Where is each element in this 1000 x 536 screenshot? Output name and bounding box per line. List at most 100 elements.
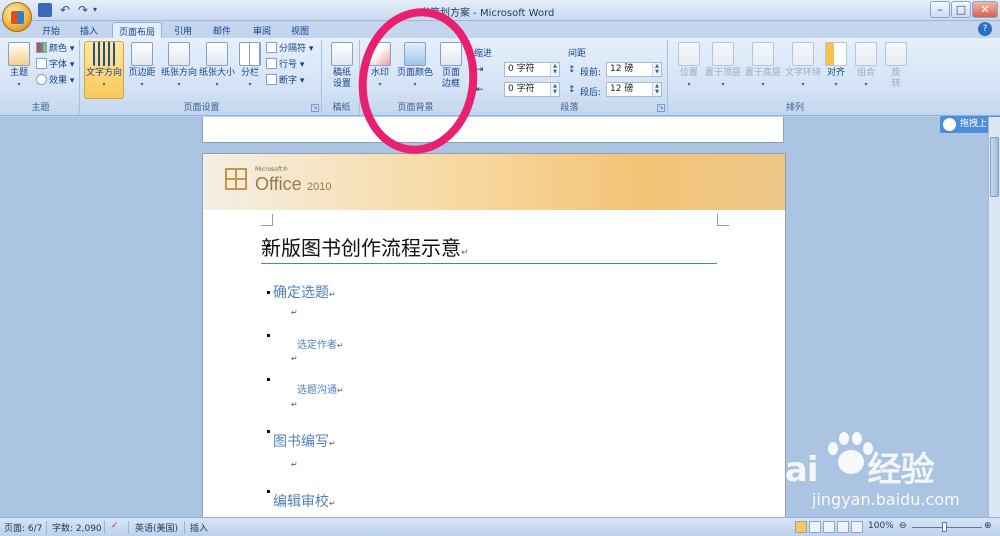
columns-label: 分栏 bbox=[240, 68, 259, 78]
minimize-button[interactable]: – bbox=[930, 1, 950, 18]
watermark-brand: Bai 经验 bbox=[760, 442, 935, 491]
text-direction-icon bbox=[93, 42, 115, 66]
group-label: 组合 bbox=[856, 68, 875, 78]
space-after-label: 段后: bbox=[580, 88, 602, 98]
rotate-label-2: 转 bbox=[891, 79, 901, 89]
orientation-button[interactable]: 纸张方向 ▾ bbox=[160, 42, 198, 90]
theme-colors-button[interactable]: 颜色 ▾ bbox=[36, 42, 74, 56]
margins-icon bbox=[131, 42, 153, 66]
themes-label: 主题 bbox=[9, 68, 28, 78]
size-label: 纸张大小 bbox=[198, 68, 235, 78]
office-button[interactable] bbox=[2, 2, 32, 32]
themes-button[interactable]: 主题 ▾ bbox=[4, 42, 34, 90]
status-language[interactable]: 英语(美国) bbox=[135, 521, 178, 534]
tab-references[interactable]: 引用 bbox=[168, 22, 198, 38]
breaks-button[interactable]: 分隔符 ▾ bbox=[266, 42, 313, 56]
tab-home[interactable]: 开始 bbox=[36, 22, 66, 38]
text-wrap-button[interactable]: 文字环绕 ▾ bbox=[784, 42, 822, 90]
zoom-level[interactable]: 100% bbox=[868, 521, 894, 531]
hyphenation-icon bbox=[266, 74, 277, 85]
full-screen-view-icon[interactable] bbox=[809, 521, 821, 533]
bullet-mark bbox=[267, 291, 270, 294]
status-mode[interactable]: 插入 bbox=[190, 521, 208, 534]
web-layout-view-icon[interactable] bbox=[823, 521, 835, 533]
zoom-in-icon[interactable]: ⊕ bbox=[984, 521, 992, 531]
send-to-back-button[interactable]: 置于底层 ▾ bbox=[744, 42, 782, 90]
scrollbar-thumb[interactable] bbox=[990, 137, 999, 197]
indent-right-input[interactable]: 0 字符 ▲ ▼ bbox=[504, 82, 560, 97]
heading-item[interactable]: 确定选题↵ bbox=[273, 282, 336, 302]
header-brand: Office bbox=[255, 174, 302, 194]
office-logo-icon bbox=[11, 11, 24, 24]
tab-insert[interactable]: 插入 bbox=[74, 22, 104, 38]
margins-button[interactable]: 页边距 ▾ bbox=[126, 42, 158, 90]
tab-review[interactable]: 审阅 bbox=[247, 22, 277, 38]
zoom-out-icon[interactable]: ⊖ bbox=[899, 521, 907, 531]
status-words[interactable]: 字数: 2,090 bbox=[52, 521, 102, 534]
redo-icon[interactable]: ↷ bbox=[76, 3, 90, 17]
status-divider bbox=[128, 521, 129, 534]
hyphenation-button[interactable]: 断字 ▾ bbox=[266, 74, 304, 88]
group-button[interactable]: 组合 ▾ bbox=[852, 42, 880, 90]
tab-page-layout[interactable]: 页面布局 bbox=[112, 22, 163, 38]
size-button[interactable]: 纸张大小 ▾ bbox=[198, 42, 236, 90]
status-page[interactable]: 页面: 6/7 bbox=[4, 521, 42, 534]
save-icon[interactable] bbox=[38, 3, 52, 17]
close-button[interactable]: ✕ bbox=[972, 1, 998, 18]
tab-mailings[interactable]: 邮件 bbox=[207, 22, 237, 38]
print-layout-view-icon[interactable] bbox=[795, 521, 807, 533]
paragraph-launcher-icon[interactable]: ↘ bbox=[657, 104, 665, 112]
manuscript-settings-button[interactable]: 稿纸 设置 bbox=[326, 42, 358, 90]
document-title[interactable]: 新版图书创作流程示意↵ bbox=[261, 232, 717, 264]
manuscript-icon bbox=[331, 42, 353, 66]
space-after-value: 12 磅 bbox=[610, 84, 634, 94]
orientation-label: 纸张方向 bbox=[160, 68, 197, 78]
subheading-item[interactable]: 选题沟通↵ bbox=[297, 381, 344, 396]
office-logo-icon bbox=[225, 168, 253, 196]
line-numbers-button[interactable]: 行号 ▾ bbox=[266, 58, 304, 72]
heading-item[interactable]: 图书编写↵ bbox=[273, 431, 336, 451]
tab-view[interactable]: 视图 bbox=[285, 22, 315, 38]
vertical-scrollbar[interactable] bbox=[988, 117, 1000, 517]
undo-icon[interactable]: ↶ bbox=[58, 3, 72, 17]
spinner-icon[interactable]: ▲ ▼ bbox=[550, 63, 559, 76]
zoom-slider-thumb[interactable] bbox=[942, 522, 947, 532]
align-button[interactable]: 对齐 ▾ bbox=[822, 42, 850, 90]
indent-left-input[interactable]: 0 字符 ▲ ▼ bbox=[504, 62, 560, 77]
heading-item-text: 图书编写 bbox=[273, 434, 329, 450]
bring-to-front-icon bbox=[712, 42, 734, 66]
maximize-button[interactable]: □ bbox=[951, 1, 971, 18]
header-year: 2010 bbox=[307, 181, 332, 193]
spinner-icon[interactable]: ▲ ▼ bbox=[652, 63, 661, 76]
text-wrap-icon bbox=[792, 42, 814, 66]
bring-to-front-label: 置于顶层 bbox=[704, 68, 741, 78]
manuscript-label-2: 设置 bbox=[332, 79, 351, 89]
bring-to-front-button[interactable]: 置于顶层 ▾ bbox=[704, 42, 742, 90]
columns-button[interactable]: 分栏 ▾ bbox=[238, 42, 262, 90]
outline-view-icon[interactable] bbox=[837, 521, 849, 533]
theme-fonts-button[interactable]: 字体 ▾ bbox=[36, 58, 74, 72]
text-direction-button[interactable]: 文字方向 ▾ bbox=[84, 41, 124, 99]
paragraph-mark: ↵ bbox=[291, 460, 298, 469]
space-before-input[interactable]: 12 磅 ▲ ▼ bbox=[606, 62, 662, 77]
space-after-input[interactable]: 12 磅 ▲ ▼ bbox=[606, 82, 662, 97]
position-button[interactable]: 位置 ▾ bbox=[674, 42, 704, 90]
subheading-item-text: 选定作者 bbox=[297, 340, 337, 351]
help-icon[interactable]: ? bbox=[978, 22, 992, 36]
spinner-icon[interactable]: ▲ ▼ bbox=[652, 83, 661, 96]
page-setup-launcher-icon[interactable]: ↘ bbox=[311, 104, 319, 112]
group-label-page-setup: 页面设置 bbox=[183, 103, 220, 113]
heading-item[interactable]: 编辑审校↵ bbox=[273, 491, 336, 511]
subheading-item[interactable]: 选定作者↵ bbox=[297, 336, 344, 351]
proofing-icon[interactable]: ✓ bbox=[111, 521, 119, 531]
rotate-button[interactable]: 旋转 bbox=[882, 42, 910, 90]
zoom-slider[interactable] bbox=[912, 527, 982, 528]
customize-toolbar-icon[interactable]: ▾ bbox=[93, 3, 107, 17]
spinner-icon[interactable]: ▲ ▼ bbox=[550, 83, 559, 96]
colors-icon bbox=[36, 42, 47, 53]
draft-view-icon[interactable] bbox=[851, 521, 863, 533]
heading-item-text: 确定选题 bbox=[273, 285, 329, 301]
theme-effects-button[interactable]: 效果 ▾ bbox=[36, 74, 74, 88]
group-label-paragraph: 段落 bbox=[560, 103, 579, 113]
document-page[interactable]: Microsoft® Office 2010 新版图书创作流程示意↵ 确定选题↵… bbox=[202, 153, 786, 517]
